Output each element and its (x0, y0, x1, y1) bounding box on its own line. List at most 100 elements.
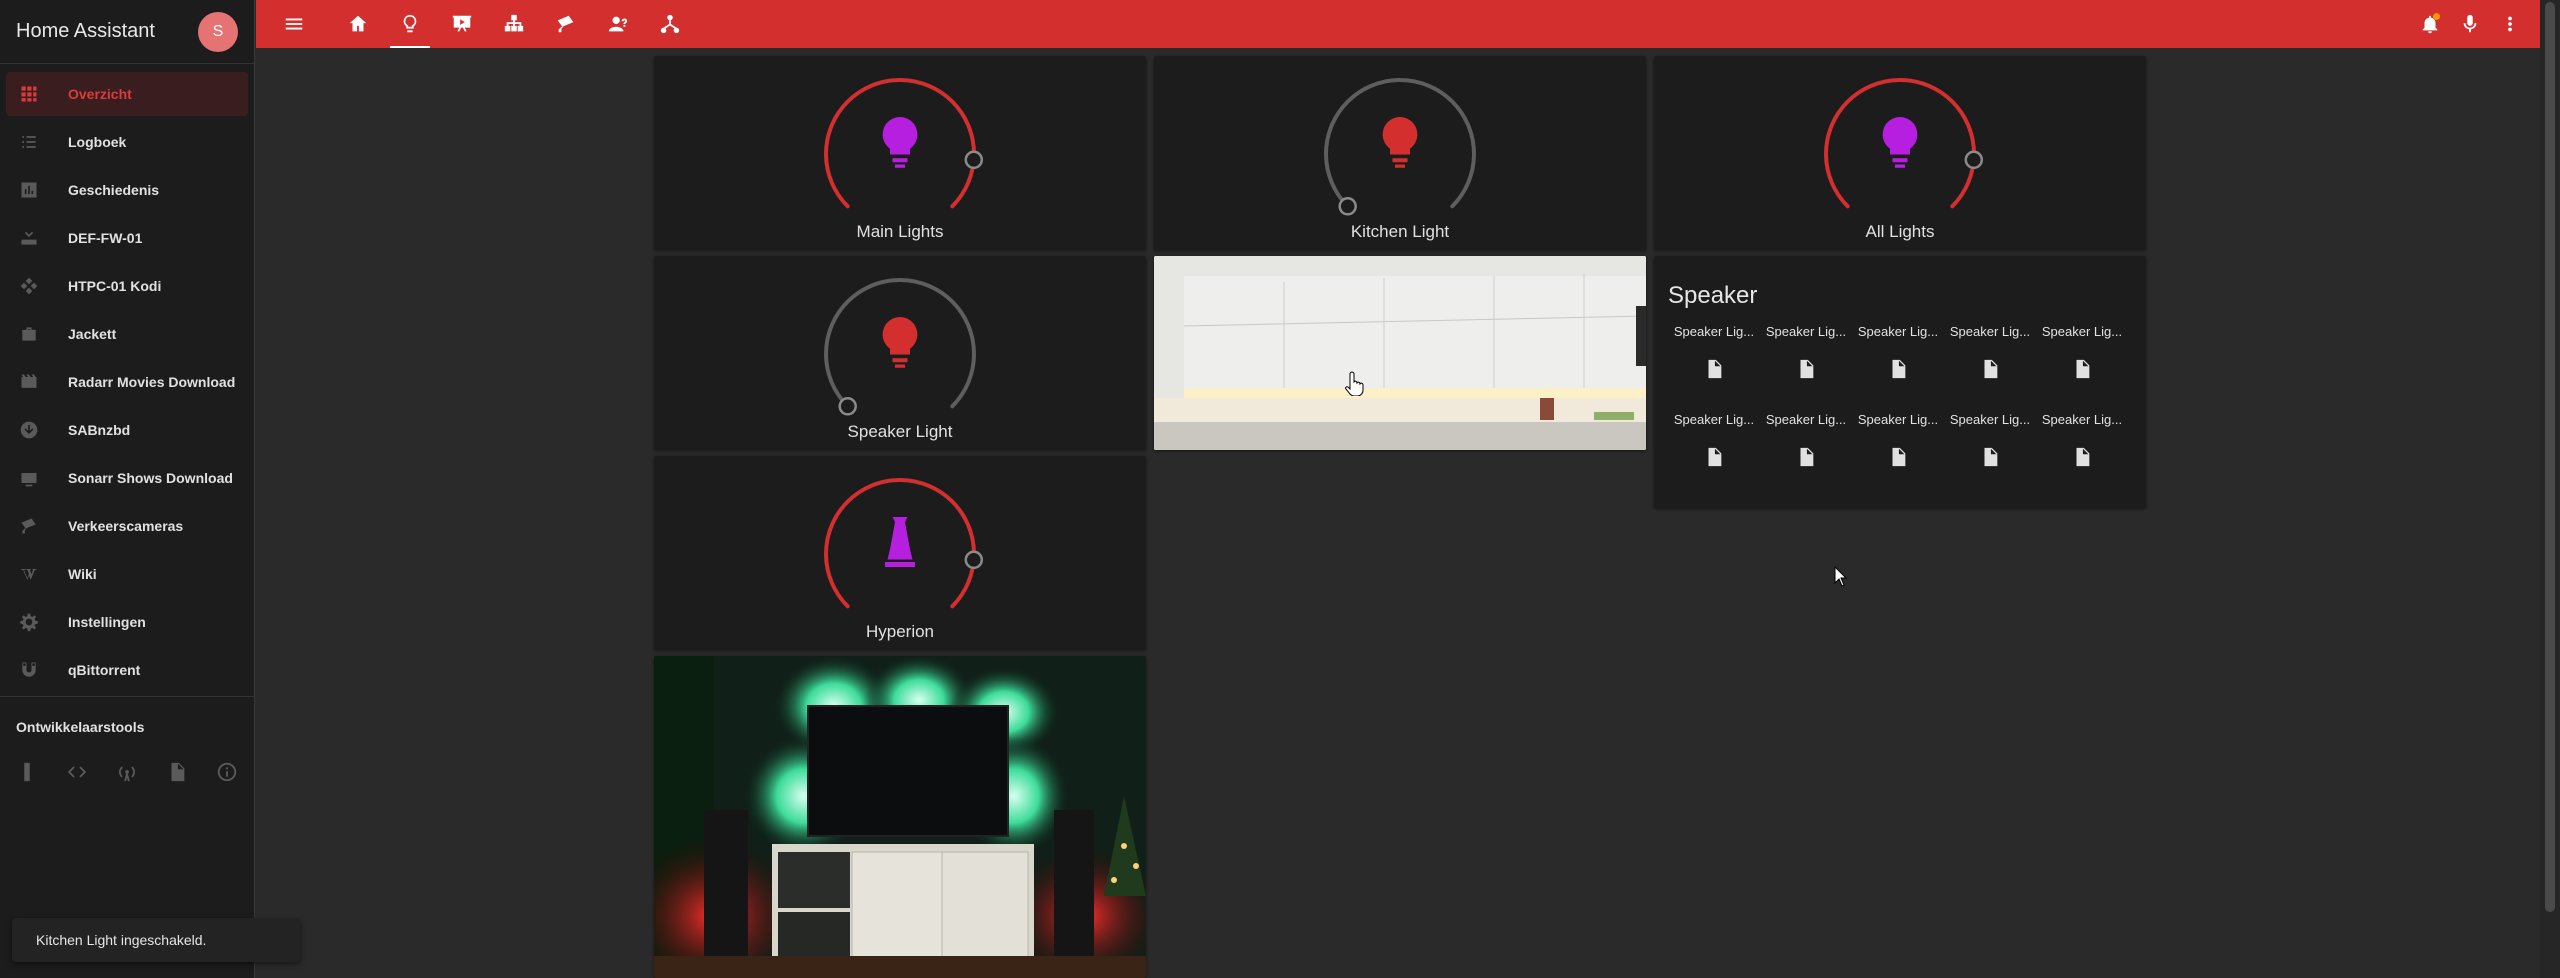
microphone-button[interactable] (2450, 0, 2490, 48)
lightbulb-icon[interactable] (1882, 117, 1918, 168)
download-icon (18, 419, 40, 441)
tab-presentation-play[interactable] (436, 0, 488, 48)
magnet-icon (22, 662, 36, 677)
scrollbar-thumb[interactable] (2545, 2, 2555, 912)
brightness-slider[interactable] (816, 470, 984, 638)
dots-vertical-button[interactable] (2490, 0, 2530, 48)
light-card-all-lights[interactable]: All Lights (1654, 56, 2146, 250)
dev-tools-icons (0, 759, 255, 785)
file-document-icon[interactable] (164, 759, 190, 785)
brightness-slider[interactable] (1816, 70, 1984, 238)
sidebar-item-label: DEF-FW-01 (68, 230, 143, 246)
format-list-bulleted-icon (22, 136, 36, 148)
sidebar-item-geschiedenis[interactable]: Geschiedenis (6, 168, 248, 212)
dev-tools-title: Ontwikkelaarstools (16, 719, 145, 735)
sidebar-item-sabnzbd[interactable]: SABnzbd (6, 408, 248, 452)
lightbulb-icon[interactable] (1382, 117, 1418, 168)
brightness-handle[interactable] (1964, 150, 1984, 170)
chart-box-icon (18, 179, 40, 201)
brightness-handle[interactable] (1338, 197, 1357, 216)
sidebar-item-qbittorrent[interactable]: qBittorrent (6, 648, 248, 692)
brightness-slider[interactable] (1316, 70, 1484, 238)
brightness-handle[interactable] (964, 150, 984, 170)
sidebar-item-label: Sonarr Shows Download (68, 470, 233, 486)
code-icon[interactable] (64, 759, 90, 785)
file-document-icon (1887, 446, 1909, 473)
kodi-icon (20, 277, 38, 295)
file-document-icon (1795, 358, 1817, 385)
avatar[interactable]: S (198, 11, 238, 52)
lightbulb-icon[interactable] (882, 117, 918, 168)
entity-tile[interactable]: Speaker Lig... (1760, 324, 1852, 394)
microphone-icon (2463, 14, 2477, 33)
sidebar-item-htpc-01-kodi[interactable]: HTPC-01 Kodi (6, 264, 248, 308)
tab-lightbulb[interactable] (384, 0, 436, 48)
sidebar-item-radarr-movies-download[interactable]: Radarr Movies Download (6, 360, 248, 404)
remote-icon (24, 762, 30, 782)
cog-icon (20, 613, 38, 632)
radio-tower-icon[interactable] (114, 759, 140, 785)
file-document-icon (1703, 358, 1725, 385)
tab-home[interactable] (332, 0, 384, 48)
light-card-kitchen-light[interactable]: Kitchen Light (1154, 56, 1646, 250)
light-card-main-lights[interactable]: Main Lights (654, 56, 1146, 250)
entity-name: Speaker Lig... (1765, 324, 1847, 339)
information-icon[interactable] (214, 759, 240, 785)
speaker-entities-card: Speaker Speaker Lig... Speaker Lig... Spea… (1654, 256, 2146, 508)
kitchen-picture-card[interactable] (1154, 256, 1646, 450)
tab-lan[interactable] (488, 0, 540, 48)
toolbar-actions (2410, 0, 2530, 48)
tab-account-question[interactable] (592, 0, 644, 48)
cctv-icon (18, 515, 40, 537)
living-room-picture-card[interactable] (654, 656, 1146, 978)
light-card-hyperion[interactable]: Hyperion (654, 456, 1146, 650)
sidebar-item-def-fw-01[interactable]: DEF-FW-01 (6, 216, 248, 260)
sidebar-item-sonarr-shows-download[interactable]: Sonarr Shows Download (6, 456, 248, 500)
menu-button[interactable] (268, 0, 320, 48)
sidebar-item-label: Verkeerscameras (68, 518, 184, 534)
sidebar-item-overzicht[interactable]: Overzicht (6, 72, 248, 116)
brightness-handle[interactable] (964, 550, 984, 570)
remote-icon[interactable] (14, 759, 40, 785)
brightness-handle[interactable] (838, 397, 857, 416)
television-icon (21, 473, 37, 487)
file-document-icon (1708, 359, 1722, 379)
entity-tile[interactable]: Speaker Lig... (1760, 412, 1852, 482)
entity-tile[interactable]: Speaker Lig... (1852, 324, 1944, 394)
sidebar-item-verkeerscameras[interactable]: Verkeerscameras (6, 504, 248, 548)
entity-name: Speaker Lig... (1949, 324, 2031, 339)
lava-lamp-icon[interactable] (885, 517, 915, 567)
entity-tile[interactable]: Speaker Lig... (1944, 324, 2036, 394)
home-icon (349, 15, 367, 32)
kodi-icon (18, 275, 40, 297)
entity-tile[interactable]: Speaker Lig... (1668, 324, 1760, 394)
light-name: All Lights (1865, 222, 1935, 241)
scrollbar[interactable] (2540, 0, 2560, 978)
tab-cctv[interactable] (540, 0, 592, 48)
brightness-slider[interactable] (816, 70, 984, 238)
tab-network[interactable] (644, 0, 696, 48)
presentation-play-icon (452, 15, 472, 32)
sidebar-item-instellingen[interactable]: Instellingen (6, 600, 248, 644)
brightness-slider[interactable] (816, 270, 984, 438)
entity-name: Speaker Lig... (2041, 412, 2123, 427)
file-document-icon (1887, 358, 1909, 385)
sidebar-item-jackett[interactable]: Jackett (6, 312, 248, 356)
lightbulb-icon[interactable] (882, 317, 918, 368)
light-card-speaker-light[interactable]: Speaker Light (654, 256, 1146, 450)
entity-name: Speaker Lig... (2041, 324, 2123, 339)
sidebar-item-logboek[interactable]: Logboek (6, 120, 248, 164)
cog-icon (18, 611, 40, 633)
bell-button[interactable] (2410, 0, 2450, 48)
entity-tile[interactable]: Speaker Lig... (1668, 412, 1760, 482)
entity-tile[interactable]: Speaker Lig... (1852, 412, 1944, 482)
file-document-icon (2071, 358, 2093, 385)
entity-tile[interactable]: Speaker Lig... (2036, 324, 2128, 394)
entity-tile[interactable]: Speaker Lig... (2036, 412, 2128, 482)
download-icon (20, 421, 38, 439)
briefcase-icon (22, 327, 36, 341)
light-name: Main Lights (856, 222, 944, 241)
sidebar-item-wiki[interactable]: Wiki (6, 552, 248, 596)
router-icon (21, 231, 37, 245)
entity-tile[interactable]: Speaker Lig... (1944, 412, 2036, 482)
